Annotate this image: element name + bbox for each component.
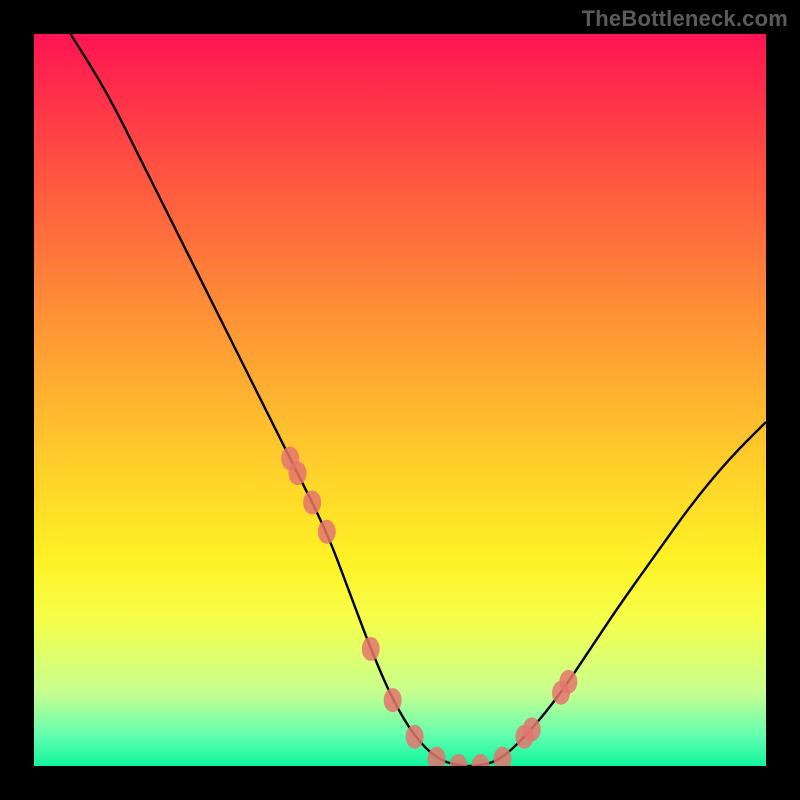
curve-marker — [523, 717, 541, 741]
curve-marker — [384, 688, 402, 712]
curve-marker — [303, 490, 321, 514]
chart-area — [34, 34, 766, 766]
curve-marker — [406, 725, 424, 749]
bottleneck-curve — [71, 34, 766, 766]
curve-svg — [34, 34, 766, 766]
curve-marker — [289, 461, 307, 485]
curve-marker — [318, 520, 336, 544]
curve-marker — [450, 754, 468, 766]
curve-marker — [428, 747, 446, 766]
curve-markers — [281, 447, 577, 766]
curve-marker — [493, 747, 511, 766]
curve-marker — [559, 670, 577, 694]
curve-marker — [362, 637, 380, 661]
watermark-text: TheBottleneck.com — [582, 6, 788, 32]
curve-marker — [472, 754, 490, 766]
